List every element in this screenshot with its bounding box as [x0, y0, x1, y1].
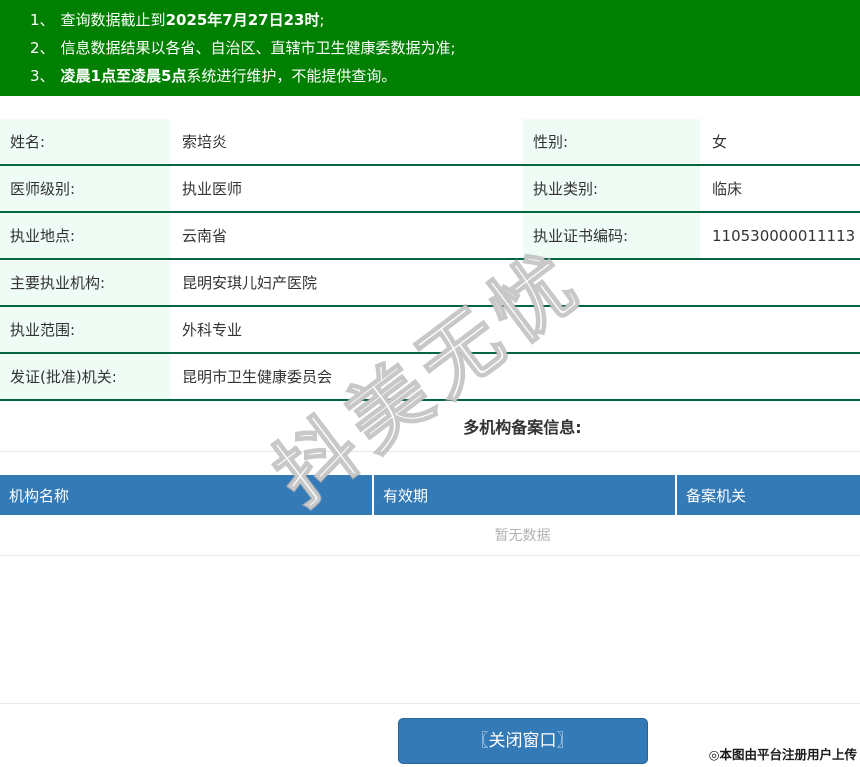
info-row-location-license: 执业地点: 云南省 执业证书编码: 110530000011113 — [0, 213, 860, 260]
info-row-practice-scope: 执业范围: 外科专业 — [0, 307, 860, 354]
close-window-button[interactable]: 〖关闭窗口〗 — [397, 718, 648, 764]
field-label-license-number: 执业证书编码: — [523, 213, 700, 258]
notice-banner: 1、 查询数据截止到2025年7月27日23时; 2、 信息数据结果以各省、自治区、… — [0, 0, 860, 96]
notice-number: 1、 — [30, 11, 55, 29]
column-header-validity-period: 有效期 — [374, 475, 675, 515]
field-label-name: 姓名: — [0, 119, 170, 164]
column-header-filing-authority: 备案机关 — [677, 475, 860, 515]
field-label-issuing-authority: 发证(批准)机关: — [0, 354, 170, 399]
notice-text: 信息数据结果以各省、自治区、直辖市卫生健康委数据为准; — [60, 39, 456, 57]
field-value-main-institution: 昆明安琪儿妇产医院 — [182, 274, 318, 292]
field-value-name: 索培炎 — [182, 133, 228, 151]
field-label-practice-scope: 执业范围: — [0, 307, 170, 352]
empty-data-message: 暂无数据 — [0, 515, 860, 556]
info-row-main-institution: 主要执业机构: 昆明安琪儿妇产医院 — [0, 260, 860, 307]
info-row-name-gender: 姓名: 索培炎 性别: 女 — [0, 119, 860, 166]
notice-text: 查询数据截止到 — [60, 11, 166, 29]
records-table-header: 机构名称 有效期 备案机关 — [0, 475, 860, 515]
notice-text-bold: 2025年7月27日23时 — [165, 11, 320, 29]
notice-line-1: 1、 查询数据截止到2025年7月27日23时; — [30, 6, 860, 34]
info-row-issuing-authority: 发证(批准)机关: 昆明市卫生健康委员会 — [0, 354, 860, 401]
notice-text: 系统进行维护，不能提供查询。 — [186, 67, 397, 85]
notice-text-bold: 凌晨1点至凌晨5点 — [60, 67, 187, 85]
notice-text: ; — [319, 11, 325, 29]
field-label-practice-location: 执业地点: — [0, 213, 170, 258]
notice-line-3: 3、 凌晨1点至凌晨5点系统进行维护，不能提供查询。 — [30, 62, 860, 90]
field-value-license-number: 110530000011113 — [712, 226, 856, 245]
field-value-practice-location: 云南省 — [182, 227, 228, 245]
notice-line-2: 2、 信息数据结果以各省、自治区、直辖市卫生健康委数据为准; — [30, 34, 860, 62]
field-label-practice-category: 执业类别: — [523, 166, 700, 211]
field-value-doctor-level: 执业医师 — [182, 180, 243, 198]
field-value-practice-category: 临床 — [712, 180, 743, 198]
blank-area — [0, 556, 860, 704]
field-value-gender: 女 — [712, 133, 728, 151]
notice-number: 3、 — [30, 67, 55, 85]
field-label-main-institution: 主要执业机构: — [0, 260, 170, 305]
field-label-doctor-level: 医师级别: — [0, 166, 170, 211]
upload-attribution-watermark: ◎本图由平台注册用户上传 — [708, 747, 857, 762]
field-value-practice-scope: 外科专业 — [182, 321, 243, 339]
multi-institution-section-title: 多机构备案信息: — [0, 401, 860, 452]
column-header-institution-name: 机构名称 — [0, 475, 372, 515]
field-label-gender: 性别: — [523, 119, 700, 164]
result-panel: 姓名: 索培炎 性别: 女 医师级别: 执业医师 执业类别: 临床 执业地点: … — [0, 119, 860, 764]
info-row-level-category: 医师级别: 执业医师 执业类别: 临床 — [0, 166, 860, 213]
notice-number: 2、 — [30, 39, 55, 57]
field-value-issuing-authority: 昆明市卫生健康委员会 — [182, 368, 333, 386]
